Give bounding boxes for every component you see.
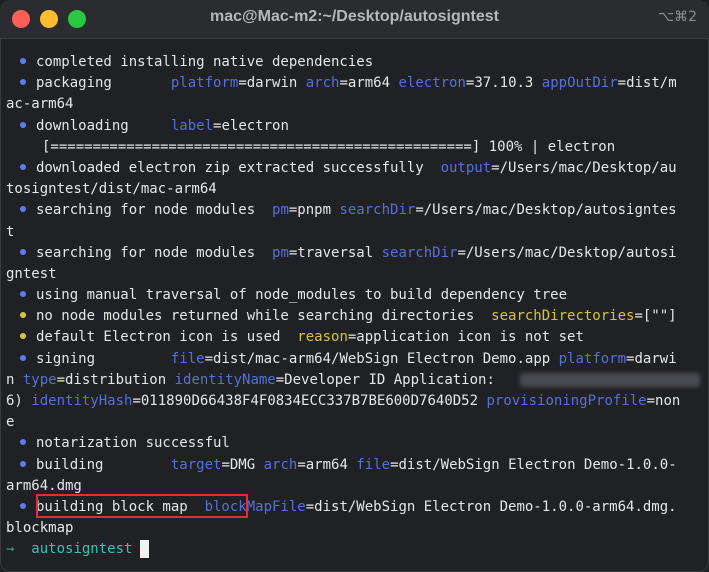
log-line-wrap: 6) identityHash=011890D66438F4F0834ECC33…	[6, 393, 681, 409]
log-line-wrap: tosigntest/dist/mac-arm64	[6, 181, 217, 198]
window-title: mac@Mac-m2:~/Desktop/autosigntest	[209, 8, 499, 25]
log-line: downloaded electron zip extracted succes…	[6, 158, 707, 179]
info-bullet-icon	[20, 163, 26, 170]
info-bullet-icon	[20, 206, 26, 213]
info-bullet-icon	[20, 460, 26, 467]
window-shortcut-label: ⌥⌘2	[657, 9, 697, 25]
prompt-arrow-icon: →	[6, 541, 15, 558]
info-bullet-icon	[20, 58, 26, 64]
log-line-wrap: blockmap	[6, 520, 74, 537]
progress-line: [=======================================…	[42, 138, 616, 155]
log-line-wrap: ac-arm64	[6, 96, 74, 113]
log-line: searching for node modules pm=traversal …	[6, 243, 707, 264]
warning-bullet-icon	[20, 333, 26, 340]
log-line: signing file=dist/mac-arm64/WebSign Elec…	[6, 349, 707, 370]
info-bullet-icon	[20, 291, 26, 298]
highlight-annotation-box	[36, 494, 248, 518]
log-line-wrap: n type=distribution identityName=Develop…	[6, 370, 707, 391]
log-line: completed installing native dependencies	[6, 52, 707, 73]
info-bullet-icon	[20, 121, 26, 128]
warning-line: default Electron icon is used reason=app…	[6, 327, 707, 348]
log-line-wrap: t	[6, 223, 15, 240]
log-line-wrap: e	[6, 414, 15, 431]
info-bullet-icon	[20, 354, 26, 361]
log-line: using manual traversal of node_modules t…	[6, 285, 707, 306]
title-bar[interactable]: mac@Mac-m2:~/Desktop/autosigntest ⌥⌘2	[0, 0, 709, 39]
terminal-window: mac@Mac-m2:~/Desktop/autosigntest ⌥⌘2 co…	[0, 0, 709, 572]
info-bullet-icon	[20, 439, 26, 446]
info-bullet-icon	[20, 502, 26, 509]
terminal-output[interactable]: completed installing native dependencies…	[6, 52, 707, 568]
log-line: building target=DMG arch=arm64 file=dist…	[6, 455, 707, 476]
info-bullet-icon	[20, 248, 26, 255]
info-bullet-icon	[20, 79, 26, 86]
warning-line: no node modules returned while searching…	[6, 306, 707, 327]
log-line: packaging platform=darwin arch=arm64 ele…	[6, 73, 707, 94]
text-cursor	[140, 540, 150, 559]
log-line-notarization: notarization successful	[6, 433, 707, 454]
warning-bullet-icon	[20, 312, 26, 319]
prompt-directory: autosigntest	[31, 541, 133, 558]
log-line: searching for node modules pm=pnpm searc…	[6, 200, 707, 221]
redacted-text	[520, 372, 701, 387]
log-line: downloading label=electron	[6, 116, 707, 137]
log-line-wrap: gntest	[6, 265, 57, 282]
shell-prompt[interactable]: → autosigntest	[6, 539, 707, 560]
